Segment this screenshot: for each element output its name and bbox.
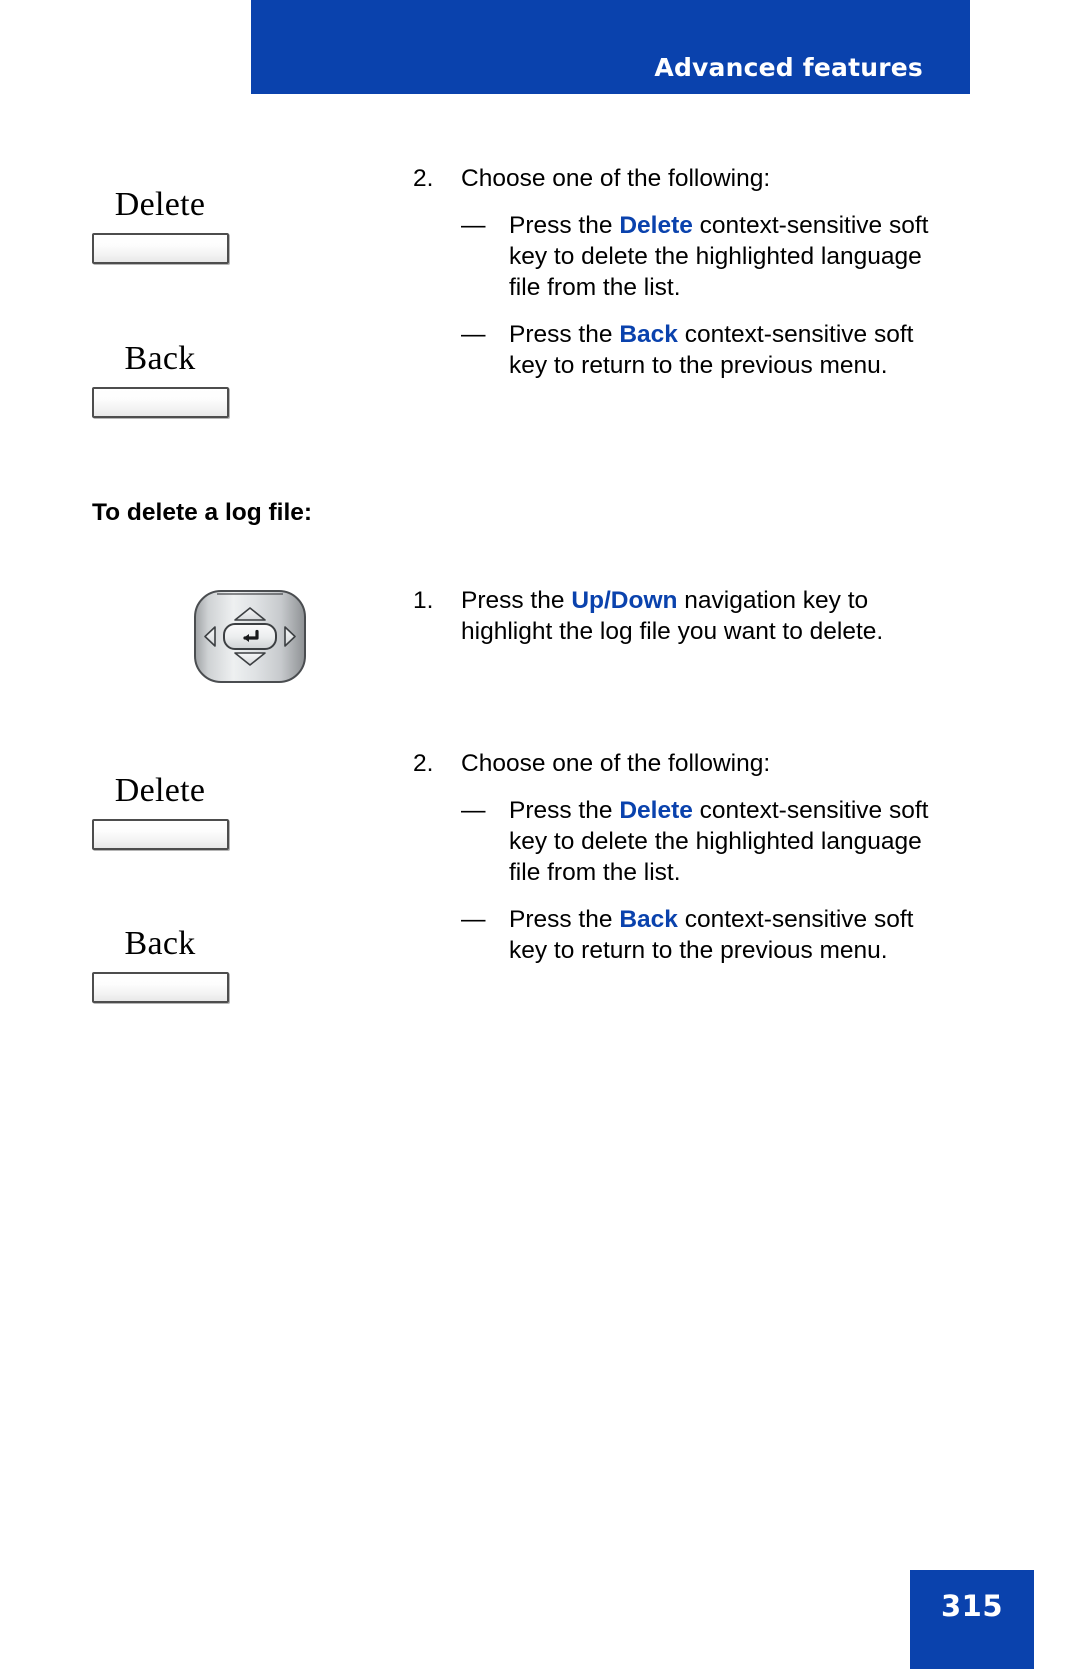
step-row: 2. Choose one of the following: bbox=[413, 163, 953, 194]
step-number: 2. bbox=[413, 750, 434, 777]
bullet-dash: — bbox=[461, 212, 486, 239]
softkey-delete-label: Delete bbox=[114, 186, 206, 223]
bullet-text: Press the Delete context-sensitive soft … bbox=[509, 795, 953, 888]
page-number: 315 bbox=[940, 1589, 1004, 1623]
page-number-block: 315 bbox=[910, 1570, 1034, 1669]
section-heading: To delete a log file: bbox=[92, 499, 313, 526]
softkey-delete-button[interactable] bbox=[91, 233, 229, 264]
bullet-dash: — bbox=[461, 321, 486, 348]
step-number: 2. bbox=[413, 165, 434, 192]
step-row: 1. Press the Up/Down navigation key to h… bbox=[413, 585, 953, 647]
header-banner: Advanced features bbox=[251, 0, 970, 94]
bullet-lead: Press the bbox=[509, 906, 620, 933]
bullet-lead: Press the bbox=[509, 321, 620, 348]
softkey-delete-2[interactable]: Delete bbox=[0, 772, 320, 850]
bullet-back: — Press the Back context-sensitive soft … bbox=[413, 319, 953, 381]
page-title: Advanced features bbox=[654, 53, 923, 82]
softkey-back-label: Back bbox=[124, 340, 196, 377]
bullet-text: Press the Back context-sensitive soft ke… bbox=[509, 319, 953, 381]
step-text: Press the Up/Down navigation key to high… bbox=[461, 585, 953, 647]
keyword-delete: Delete bbox=[619, 212, 693, 239]
bullet-lead: Press the bbox=[509, 212, 620, 239]
instruction-step-2-second: 2. Choose one of the following: — Press … bbox=[413, 748, 953, 966]
instruction-step-2-first: 2. Choose one of the following: — Press … bbox=[413, 163, 953, 381]
instruction-step-1: 1. Press the Up/Down navigation key to h… bbox=[413, 585, 953, 647]
step-text: Choose one of the following: bbox=[461, 165, 771, 192]
bullet-delete: — Press the Delete context-sensitive sof… bbox=[413, 795, 953, 888]
softkey-back-button[interactable] bbox=[91, 387, 229, 418]
softkey-back-button[interactable] bbox=[91, 972, 229, 1003]
keyword-down: Down bbox=[610, 587, 678, 614]
bullet-lead: Press the bbox=[509, 797, 620, 824]
document-page: Advanced features Delete Back 2. Choose … bbox=[0, 0, 1080, 1669]
bullet-delete: — Press the Delete context-sensitive sof… bbox=[413, 210, 953, 303]
softkey-back-label: Back bbox=[124, 925, 196, 962]
step-text: Choose one of the following: bbox=[461, 750, 771, 777]
softkey-delete-button[interactable] bbox=[91, 819, 229, 850]
keyword-back: Back bbox=[619, 321, 678, 348]
softkey-back-1[interactable]: Back bbox=[0, 340, 320, 418]
bullet-text: Press the Delete context-sensitive soft … bbox=[509, 210, 953, 303]
bullet-text: Press the Back context-sensitive soft ke… bbox=[509, 904, 953, 966]
bullet-dash: — bbox=[461, 797, 486, 824]
softkey-delete-1[interactable]: Delete bbox=[0, 186, 320, 264]
keyword-back: Back bbox=[619, 906, 678, 933]
softkey-back-2[interactable]: Back bbox=[0, 925, 320, 1003]
bullet-back: — Press the Back context-sensitive soft … bbox=[413, 904, 953, 966]
navigation-key-graphic bbox=[90, 588, 410, 689]
step-number: 1. bbox=[413, 587, 434, 614]
bullet-dash: — bbox=[461, 906, 486, 933]
keyword-up: Up bbox=[571, 587, 604, 614]
softkey-delete-label: Delete bbox=[114, 772, 206, 809]
step-lead: Press the bbox=[461, 587, 572, 614]
keyword-delete: Delete bbox=[619, 797, 693, 824]
step-row: 2. Choose one of the following: bbox=[413, 748, 953, 779]
keyword-separator: / bbox=[603, 587, 611, 614]
navigation-key-icon[interactable] bbox=[193, 588, 307, 684]
